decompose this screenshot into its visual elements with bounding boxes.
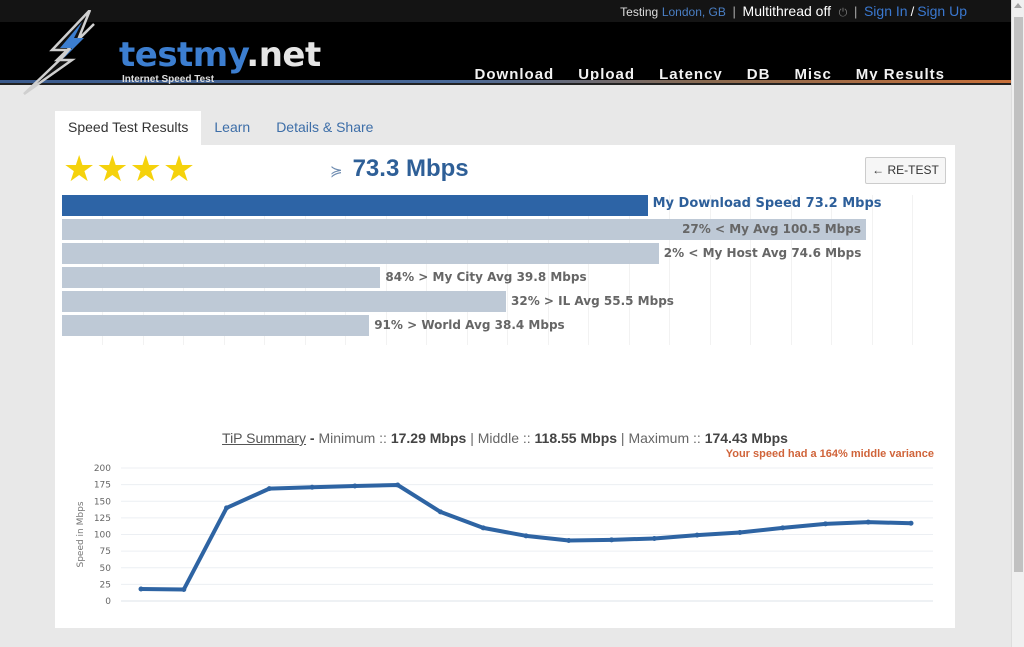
data-point[interactable] — [309, 484, 315, 490]
power-icon[interactable]: ⏻ — [839, 7, 848, 19]
speed-headline: ≽ 73.3 Mbps — [330, 155, 469, 183]
top-bar-right: Testing London, GB | Multithread off ⏻ |… — [620, 3, 967, 20]
data-point[interactable] — [822, 521, 828, 527]
comparison-row: 84% > My City Avg 39.8 Mbps — [62, 267, 942, 288]
data-point[interactable] — [266, 486, 272, 492]
bar-label: 84% > My City Avg 39.8 Mbps — [385, 270, 587, 284]
tab-details-share[interactable]: Details & Share — [263, 111, 386, 145]
data-point[interactable] — [480, 525, 486, 531]
star-icon: ★ — [63, 148, 96, 189]
data-point[interactable] — [523, 533, 529, 539]
data-point[interactable] — [651, 535, 657, 541]
variance-note: Your speed had a 164% middle variance — [725, 448, 934, 460]
bar-label: 91% > World Avg 38.4 Mbps — [374, 318, 565, 332]
download-speed: 73.3 Mbps — [352, 155, 469, 182]
mid-label: | Middle :: — [466, 430, 535, 446]
chevron-down-icon[interactable]: ≽ — [330, 162, 343, 180]
y-tick-label: 75 — [100, 547, 111, 557]
star-icon: ★ — [162, 148, 196, 189]
sign-in-link[interactable]: Sign In — [864, 3, 908, 19]
comparison-row: 91% > World Avg 38.4 Mbps — [62, 315, 942, 336]
slash: / — [910, 4, 915, 19]
logo-tagline: Internet Speed Test — [122, 74, 215, 85]
tip-summary-link[interactable]: TiP Summary — [222, 430, 306, 446]
separator: | — [732, 4, 736, 19]
y-tick-label: 50 — [100, 564, 112, 574]
data-point[interactable] — [566, 537, 572, 543]
comparison-row: 2% < My Host Avg 74.6 Mbps — [62, 243, 942, 264]
min-label: Minimum :: — [318, 430, 391, 446]
bar-label: 27% < My Avg 100.5 Mbps — [682, 222, 861, 236]
bar-label: 2% < My Host Avg 74.6 Mbps — [663, 246, 862, 260]
y-tick-label: 150 — [94, 497, 111, 507]
data-point[interactable] — [181, 587, 187, 593]
data-point[interactable] — [224, 505, 230, 511]
max-value: 174.43 Mbps — [704, 430, 788, 446]
comparison-row: My Download Speed 73.2 Mbps — [62, 195, 942, 216]
y-tick-label: 100 — [94, 531, 111, 541]
data-point[interactable] — [609, 537, 615, 543]
multithread-status: Multithread off — [742, 3, 831, 19]
testing-label: Testing — [620, 5, 659, 19]
data-point[interactable] — [395, 482, 401, 488]
bar-label: My Download Speed 73.2 Mbps — [652, 196, 882, 211]
scroll-up-arrow-icon[interactable] — [1014, 3, 1022, 8]
tab-learn[interactable]: Learn — [201, 111, 263, 145]
data-point[interactable] — [737, 530, 743, 536]
page-scrollbar[interactable] — [1011, 0, 1024, 647]
data-point[interactable] — [908, 520, 914, 526]
data-point[interactable] — [437, 509, 443, 515]
data-point[interactable] — [865, 519, 871, 525]
y-tick-label: 125 — [94, 514, 111, 524]
comparison-row: 27% < My Avg 100.5 Mbps — [62, 219, 942, 240]
comparison-bar — [62, 291, 506, 312]
testing-location[interactable]: London, GB — [662, 5, 726, 19]
my-speed-bar — [62, 195, 648, 216]
star-icon: ★ — [96, 148, 129, 189]
scroll-thumb[interactable] — [1014, 17, 1023, 572]
speed-line-chart: 0 25 50 75 100 125 150 175 200 Speed in Mbps — [76, 464, 933, 607]
separator: | — [853, 4, 858, 19]
lightning-bolt-icon — [23, 10, 95, 95]
y-axis-label: Speed in Mbps — [76, 501, 86, 567]
result-tabs: Speed Test Results Learn Details & Share — [55, 111, 386, 145]
tip-dash: - — [306, 430, 319, 446]
y-tick-label: 200 — [94, 464, 111, 474]
comparison-bar — [62, 267, 381, 288]
max-label: | Maximum :: — [617, 430, 705, 446]
y-tick-label: 0 — [105, 597, 111, 607]
data-point[interactable] — [694, 532, 700, 538]
mid-value: 118.55 Mbps — [534, 430, 618, 446]
data-point[interactable] — [780, 525, 786, 531]
star-icon: ★ — [129, 148, 162, 189]
results-panel: ★ ★ ★ ★ ≽ 73.3 Mbps ← RE-TEST My Download S… — [55, 145, 955, 628]
rating-stars: ★ ★ ★ ★ — [63, 151, 195, 187]
y-tick-label: 175 — [94, 481, 111, 491]
tab-speed-test-results[interactable]: Speed Test Results — [55, 111, 202, 145]
comparison-row: 32% > IL Avg 55.5 Mbps — [62, 291, 942, 312]
data-point[interactable] — [138, 586, 144, 592]
tip-summary: TiP Summary - Minimum :: 17.29 Mbps | Mi… — [55, 430, 955, 446]
comparison-bar — [62, 243, 659, 264]
data-point[interactable] — [352, 483, 358, 489]
logo-text: testmy.net — [119, 35, 321, 75]
site-logo[interactable]: testmy.net Internet Speed Test — [22, 10, 321, 95]
sign-up-link[interactable]: Sign Up — [917, 3, 967, 19]
comparison-bars: My Download Speed 73.2 Mbps 27% < My Avg … — [62, 195, 947, 345]
y-tick-label: 25 — [100, 580, 111, 590]
comparison-bar — [62, 315, 370, 336]
min-value: 17.29 Mbps — [390, 430, 467, 446]
bar-label: 32% > IL Avg 55.5 Mbps — [511, 294, 674, 308]
retest-button[interactable]: ← RE-TEST — [865, 157, 946, 184]
